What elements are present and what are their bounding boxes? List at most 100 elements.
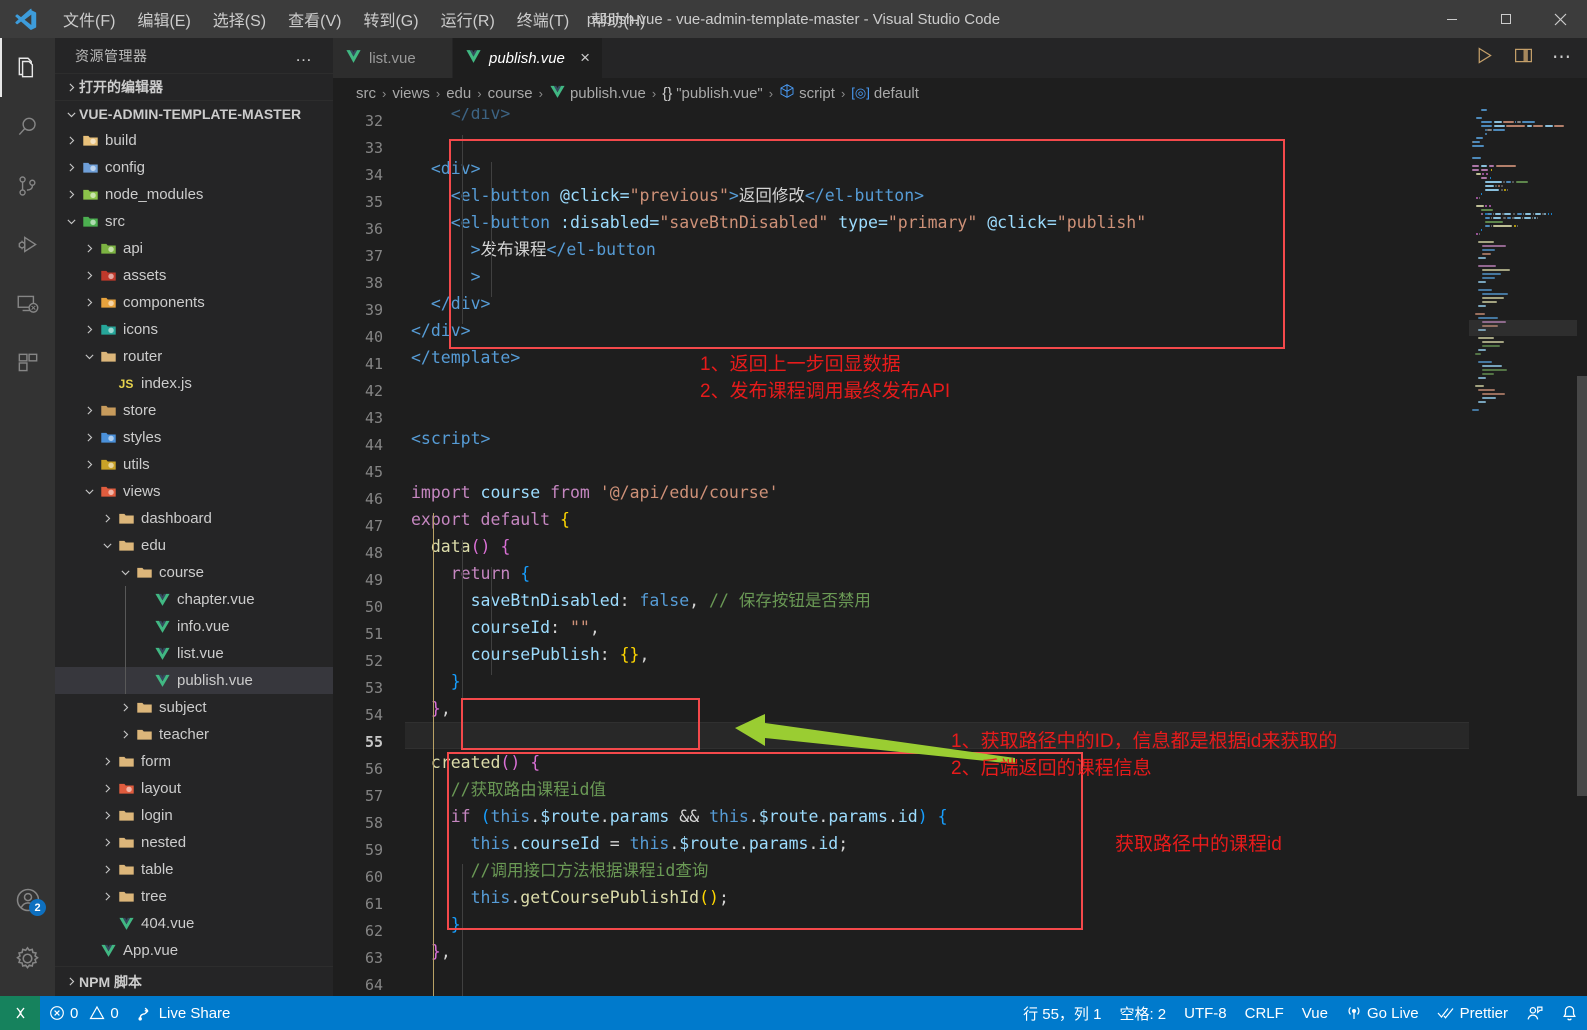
- split-editor-button[interactable]: [1513, 45, 1534, 71]
- editor-language-button[interactable]: Vue: [1293, 996, 1337, 1030]
- sidebar-item-extensions[interactable]: [0, 333, 55, 392]
- sidebar-item-run-debug[interactable]: [0, 215, 55, 274]
- code-line[interactable]: export default {: [405, 506, 1469, 533]
- tree-folder-router[interactable]: router: [55, 343, 333, 370]
- code-line[interactable]: //获取路由课程id值: [405, 776, 1469, 803]
- code-line[interactable]: this.courseId = this.$route.params.id;: [405, 830, 1469, 857]
- code-line[interactable]: import course from '@/api/edu/course': [405, 479, 1469, 506]
- tree-folder-utils[interactable]: utils: [55, 451, 333, 478]
- tree-folder-edu[interactable]: edu: [55, 532, 333, 559]
- tree-folder-form[interactable]: form: [55, 748, 333, 775]
- sidebar-item-explorer[interactable]: [0, 38, 55, 97]
- menu-edit[interactable]: 编辑(E): [126, 0, 201, 38]
- code-line[interactable]: </template>: [405, 344, 1469, 371]
- code-line[interactable]: </div>: [405, 108, 1469, 128]
- tree-file-list.vue[interactable]: list.vue: [55, 640, 333, 667]
- code-line[interactable]: this.getCoursePublishId();: [405, 884, 1469, 911]
- code-line[interactable]: <el-button @click="previous">返回修改</el-bu…: [405, 182, 1469, 209]
- editor-position-button[interactable]: 行 55，列 1: [1014, 996, 1110, 1030]
- remote-indicator-button[interactable]: [0, 996, 40, 1030]
- tree-folder-store[interactable]: store: [55, 397, 333, 424]
- tree-folder-dashboard[interactable]: dashboard: [55, 505, 333, 532]
- tree-folder-login[interactable]: login: [55, 802, 333, 829]
- code-line[interactable]: data() {: [405, 533, 1469, 560]
- code-line[interactable]: <el-button :disabled="saveBtnDisabled" t…: [405, 209, 1469, 236]
- code-line[interactable]: //调用接口方法根据课程id查询: [405, 857, 1469, 884]
- code-line[interactable]: [405, 965, 1469, 992]
- code-line[interactable]: }: [405, 668, 1469, 695]
- tree-folder-config[interactable]: config: [55, 154, 333, 181]
- breadcrumb-item-publish.vue[interactable]: publish.vue: [549, 83, 646, 104]
- code-line[interactable]: </div>: [405, 317, 1469, 344]
- code-line[interactable]: [405, 128, 1469, 155]
- code-line[interactable]: created() {: [405, 749, 1469, 776]
- breadcrumb-item-script[interactable]: script: [779, 83, 835, 103]
- tree-folder-nested[interactable]: nested: [55, 829, 333, 856]
- code-line[interactable]: [405, 398, 1469, 425]
- accounts-button[interactable]: 2: [0, 870, 55, 929]
- problems-button[interactable]: 0 0: [40, 996, 128, 1030]
- code-content[interactable]: 1、返回上一步回显数据 2、发布课程调用最终发布API 1、获取路径中的ID，信…: [405, 108, 1469, 996]
- menu-terminal[interactable]: 终端(T): [506, 0, 580, 38]
- tree-file-App.vue[interactable]: App.vue: [55, 937, 333, 964]
- more-actions-button[interactable]: ⋯: [1552, 48, 1573, 67]
- tree-file-info.vue[interactable]: info.vue: [55, 613, 333, 640]
- editor-indentation-button[interactable]: 空格: 2: [1110, 996, 1175, 1030]
- breadcrumb-item-edu[interactable]: edu: [446, 85, 471, 102]
- tree-folder-assets[interactable]: assets: [55, 262, 333, 289]
- tree-folder-course[interactable]: course: [55, 559, 333, 586]
- minimize-icon[interactable]: [1425, 0, 1479, 38]
- menu-help[interactable]: 帮助(H): [580, 0, 656, 38]
- editor-scrollbar[interactable]: [1577, 108, 1587, 996]
- breadcrumb-item-course[interactable]: course: [488, 85, 533, 102]
- tree-folder-tree[interactable]: tree: [55, 883, 333, 910]
- editor-encoding-button[interactable]: UTF-8: [1175, 996, 1236, 1030]
- code-line[interactable]: }: [405, 911, 1469, 938]
- menu-go[interactable]: 转到(G): [352, 0, 429, 38]
- code-line[interactable]: >发布课程</el-button: [405, 236, 1469, 263]
- breadcrumb-item-default[interactable]: [◎] default: [851, 85, 919, 102]
- editor-eol-button[interactable]: CRLF: [1236, 996, 1293, 1030]
- sidebar-item-source-control[interactable]: [0, 156, 55, 215]
- tree-folder-components[interactable]: components: [55, 289, 333, 316]
- notifications-button[interactable]: [1552, 996, 1587, 1030]
- scrollbar-thumb[interactable]: [1577, 376, 1587, 796]
- maximize-icon[interactable]: [1479, 0, 1533, 38]
- tab-close-icon[interactable]: ×: [580, 48, 590, 68]
- project-root-section[interactable]: VUE-ADMIN-TEMPLATE-MASTER: [55, 100, 333, 127]
- code-line[interactable]: courseId: "",: [405, 614, 1469, 641]
- prettier-button[interactable]: Prettier: [1428, 996, 1517, 1030]
- tree-file-index.js[interactable]: JS index.js: [55, 370, 333, 397]
- tree-folder-views[interactable]: views: [55, 478, 333, 505]
- menu-run[interactable]: 运行(R): [430, 0, 506, 38]
- tree-folder-layout[interactable]: layout: [55, 775, 333, 802]
- tree-folder-src[interactable]: src: [55, 208, 333, 235]
- sidebar-item-remote-explorer[interactable]: [0, 274, 55, 333]
- menu-view[interactable]: 查看(V): [277, 0, 352, 38]
- code-line[interactable]: },: [405, 938, 1469, 965]
- code-line[interactable]: },: [405, 695, 1469, 722]
- tab-publish-vue[interactable]: publish.vue ×: [453, 38, 603, 78]
- menu-file[interactable]: 文件(F): [52, 0, 126, 38]
- sidebar-item-search[interactable]: [0, 97, 55, 156]
- code-line[interactable]: coursePublish: {},: [405, 641, 1469, 668]
- tree-folder-teacher[interactable]: teacher: [55, 721, 333, 748]
- tree-folder-subject[interactable]: subject: [55, 694, 333, 721]
- code-line[interactable]: [405, 371, 1469, 398]
- code-line[interactable]: >: [405, 263, 1469, 290]
- code-line[interactable]: if (this.$route.params && this.$route.pa…: [405, 803, 1469, 830]
- tree-file-chapter.vue[interactable]: chapter.vue: [55, 586, 333, 613]
- tree-folder-build[interactable]: build: [55, 127, 333, 154]
- tree-file-404.vue[interactable]: 404.vue: [55, 910, 333, 937]
- close-icon[interactable]: [1533, 0, 1587, 38]
- tree-folder-api[interactable]: api: [55, 235, 333, 262]
- code-line[interactable]: <div>: [405, 155, 1469, 182]
- code-line[interactable]: return {: [405, 560, 1469, 587]
- go-live-button[interactable]: Go Live: [1337, 996, 1428, 1030]
- manage-settings-button[interactable]: [0, 929, 55, 988]
- tab-list-vue[interactable]: list.vue: [333, 38, 453, 78]
- tree-folder-icons[interactable]: icons: [55, 316, 333, 343]
- code-line[interactable]: [405, 722, 1469, 749]
- code-line[interactable]: [405, 452, 1469, 479]
- feedback-button[interactable]: [1517, 996, 1552, 1030]
